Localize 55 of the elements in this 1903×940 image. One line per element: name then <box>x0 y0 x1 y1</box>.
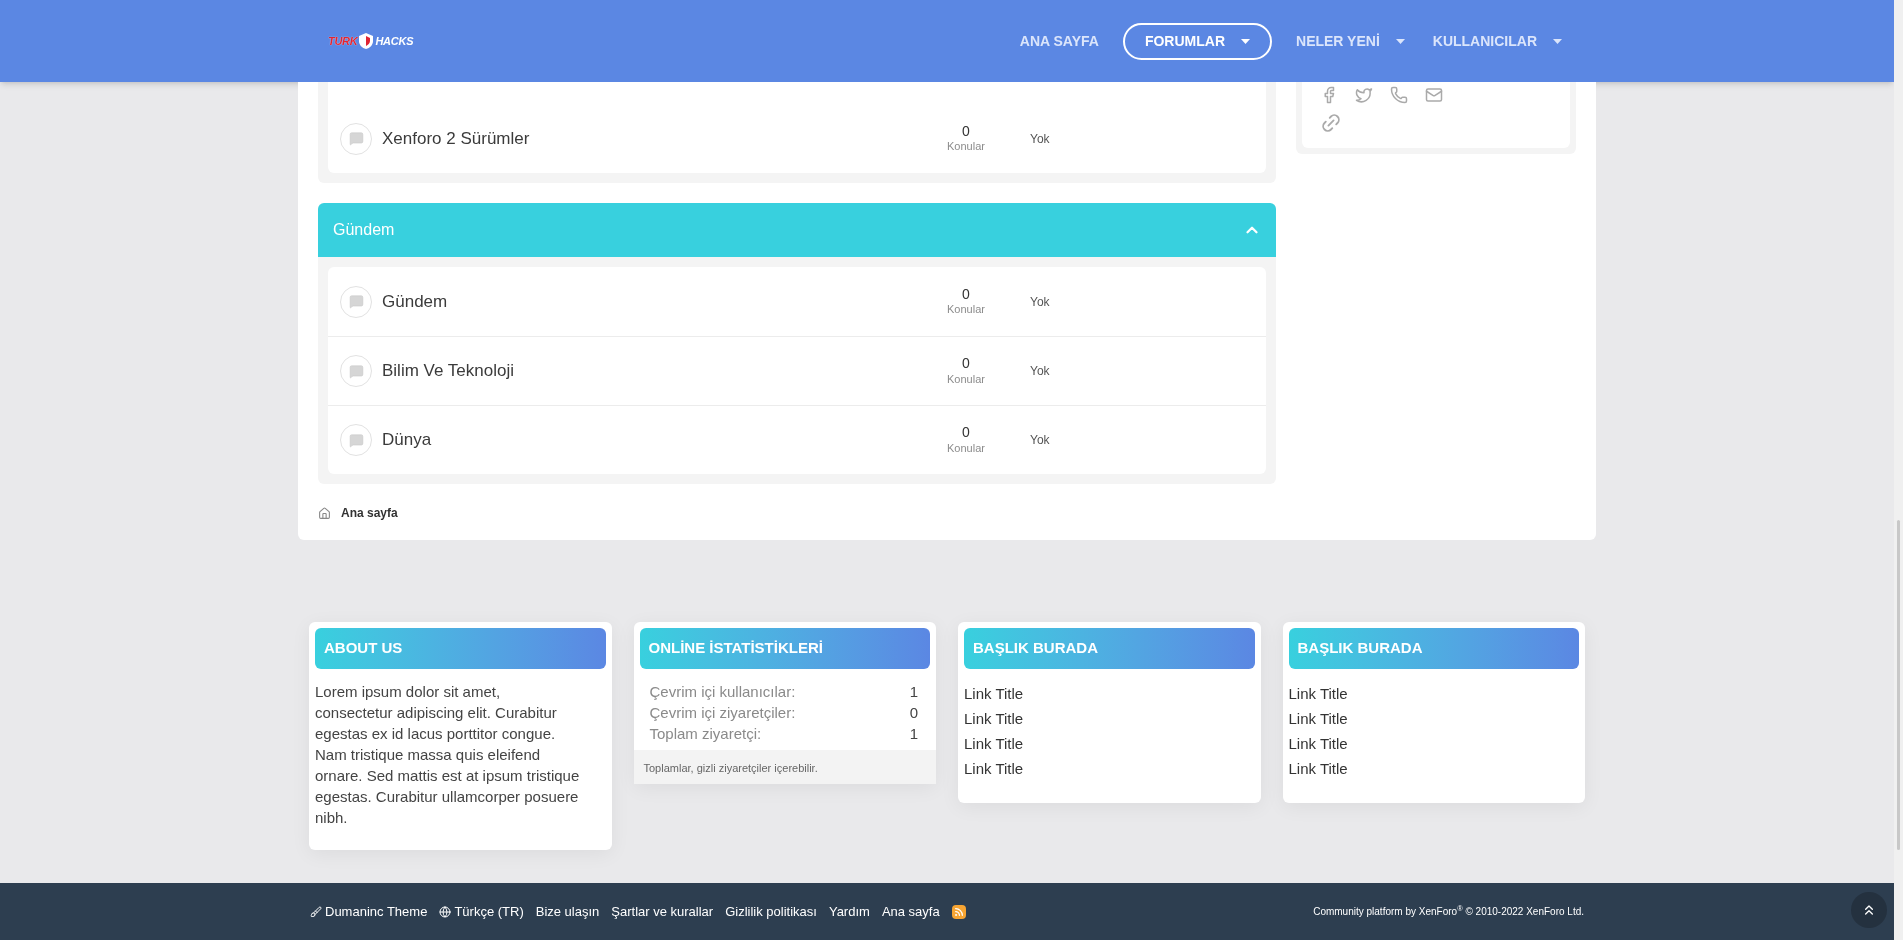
footer-nav-link[interactable]: Şartlar ve kurallar <box>611 901 714 922</box>
footer-link[interactable]: Link Title <box>964 756 1024 781</box>
thread-count: 0 <box>962 355 970 373</box>
breadcrumb-link[interactable]: Ana sayfa <box>341 504 398 522</box>
stat-value: 0 <box>909 703 919 723</box>
home-icon <box>318 506 331 520</box>
forum-title[interactable]: Bilim Ve Teknoloji <box>382 358 932 384</box>
thread-count-label: Konular <box>947 140 985 155</box>
thread-count-label: Konular <box>947 372 985 387</box>
copyright-text: Community platform by XenForo$^{®}$ © 2010-2022 XenForo Ltd. <box>1313 904 1584 919</box>
twitter-icon[interactable] <box>1355 86 1373 104</box>
last-post: Yok <box>1030 363 1050 380</box>
forum-title[interactable]: Dünya <box>382 427 932 453</box>
mail-icon[interactable] <box>1425 86 1443 104</box>
stats-note: Toplamlar, gizli ziyaretçiler içerebilir. <box>643 762 818 774</box>
footer-link[interactable]: Link Title <box>964 706 1024 731</box>
about-text: Lorem ipsum dolor sit amet, consectetur adipiscing elit. Curabitur egestas ex id lacus porttitor congue. Nam tristique massa quis eleifend ornare. Sed mattis est at ipsum tristique egestas. Curabitur ullamcorper posuere nibh. <box>314 682 581 828</box>
widget-title: ONLİNE İSTATİSTİKLERİ <box>648 638 823 659</box>
stat-label: Çevrim içi ziyaretçiler: <box>649 703 796 723</box>
thread-count: 0 <box>962 424 970 442</box>
widget-title: BAŞLIK BURADA <box>973 638 1098 659</box>
shield-icon <box>359 33 374 49</box>
thread-count-label: Konular <box>947 441 985 456</box>
thread-count-label: Konular <box>947 303 985 318</box>
footer-nav-link[interactable]: Gizlilik politikası <box>725 901 817 922</box>
category-title: Gündem <box>333 220 395 240</box>
footer-link[interactable]: Link Title <box>964 681 1024 706</box>
footer-nav-link[interactable]: Bize ulaşın <box>535 901 600 922</box>
footer-link[interactable]: Link Title <box>1288 731 1348 756</box>
brush-icon <box>310 905 322 918</box>
forum-title[interactable]: Gündem <box>382 288 932 315</box>
stat-label: Çevrim içi kullanıcılar: <box>649 682 796 702</box>
footer-link[interactable]: Link Title <box>1288 756 1348 781</box>
last-post: Yok <box>1030 130 1050 148</box>
footer-link[interactable]: Link Title <box>1288 706 1348 731</box>
footer-nav-link[interactable]: Yardım <box>828 901 870 922</box>
footer-link[interactable]: Link Title <box>1288 681 1348 706</box>
stat-value: 1 <box>909 724 919 744</box>
footer-nav-link[interactable]: Dumaninc Theme <box>310 901 428 922</box>
footer-nav-link[interactable]: Türkçe (TR) <box>439 901 524 922</box>
thread-count: 0 <box>962 285 970 304</box>
thread-count: 0 <box>962 122 970 141</box>
rss-icon[interactable] <box>951 904 966 919</box>
phone-icon[interactable] <box>1390 86 1408 104</box>
globe-icon <box>439 905 452 918</box>
widget-title: ABOUT US <box>324 638 403 659</box>
footer-nav-link[interactable]: Ana sayfa <box>881 901 940 922</box>
stat-label: Toplam ziyaretçi: <box>649 724 762 744</box>
last-post: Yok <box>1030 293 1050 311</box>
stat-value: 1 <box>909 682 919 702</box>
last-post: Yok <box>1030 432 1050 449</box>
scrollbar-thumb[interactable] <box>1897 520 1900 850</box>
forum-title[interactable]: Xenforo 2 Sürümler <box>382 125 932 152</box>
widget-title: BAŞLIK BURADA <box>1297 638 1423 659</box>
footer-link[interactable]: Link Title <box>964 731 1024 756</box>
